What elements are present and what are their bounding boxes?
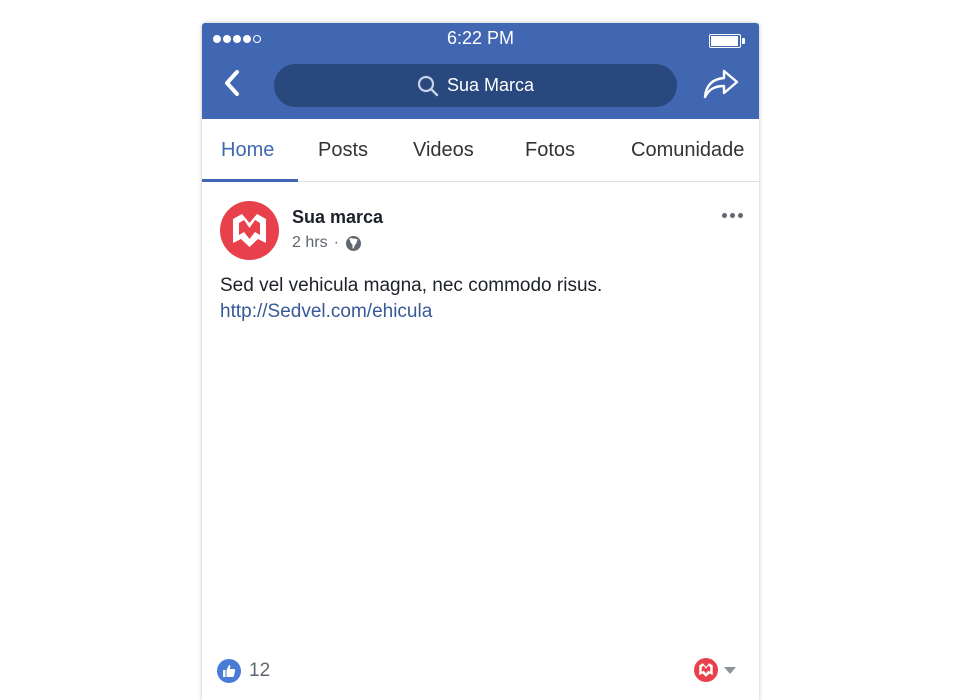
post-text: Sed vel vehicula magna, nec commodo risu… [220,275,603,296]
post-author[interactable]: Sua marca [292,207,383,228]
page-tabs: Home Posts Videos Fotos Comunidade [202,119,759,182]
share-button[interactable] [702,67,740,101]
search-icon [417,75,439,96]
post-body: Sed vel vehicula magna, nec commodo risu… [220,273,602,325]
like-count: 12 [249,660,271,681]
globe-icon [345,235,361,251]
top-bar: 6:22 PM Sua Marca [202,23,759,119]
share-icon [703,69,739,99]
page-avatar-icon [694,658,718,682]
tab-posts[interactable]: Posts [318,119,368,181]
page-identity-selector[interactable] [694,658,737,682]
post-card: Sua marca 2 hrs · Sed vel vehicula magna… [202,183,759,700]
back-button[interactable] [220,67,246,99]
avatar[interactable] [220,201,279,260]
status-time: 6:22 PM [446,28,515,48]
phone-frame: 6:22 PM Sua Marca Home Posts Videos Foto… [202,23,759,700]
more-icon [722,213,727,218]
search-text: Sua Marca [446,75,535,95]
like-icon [217,659,241,683]
tab-comunidade[interactable]: Comunidade [631,119,744,181]
tab-fotos[interactable]: Fotos [525,119,575,181]
post-link[interactable]: http://Sedvel.com/ehicula [220,299,602,325]
search-bar[interactable]: Sua Marca [274,64,677,107]
chevron-down-icon [724,667,736,674]
post-meta: 2 hrs · [292,234,362,252]
back-arrow-icon [225,70,239,96]
reactions-summary[interactable]: 12 [217,659,270,683]
more-options-button[interactable] [722,213,743,218]
post-time: 2 hrs [292,234,328,251]
active-tab-indicator [202,179,298,182]
tab-home[interactable]: Home [221,119,274,181]
tab-videos[interactable]: Videos [413,119,474,181]
battery-icon [709,34,745,48]
meta-separator: · [333,234,339,251]
status-bar: 6:22 PM [202,23,759,55]
